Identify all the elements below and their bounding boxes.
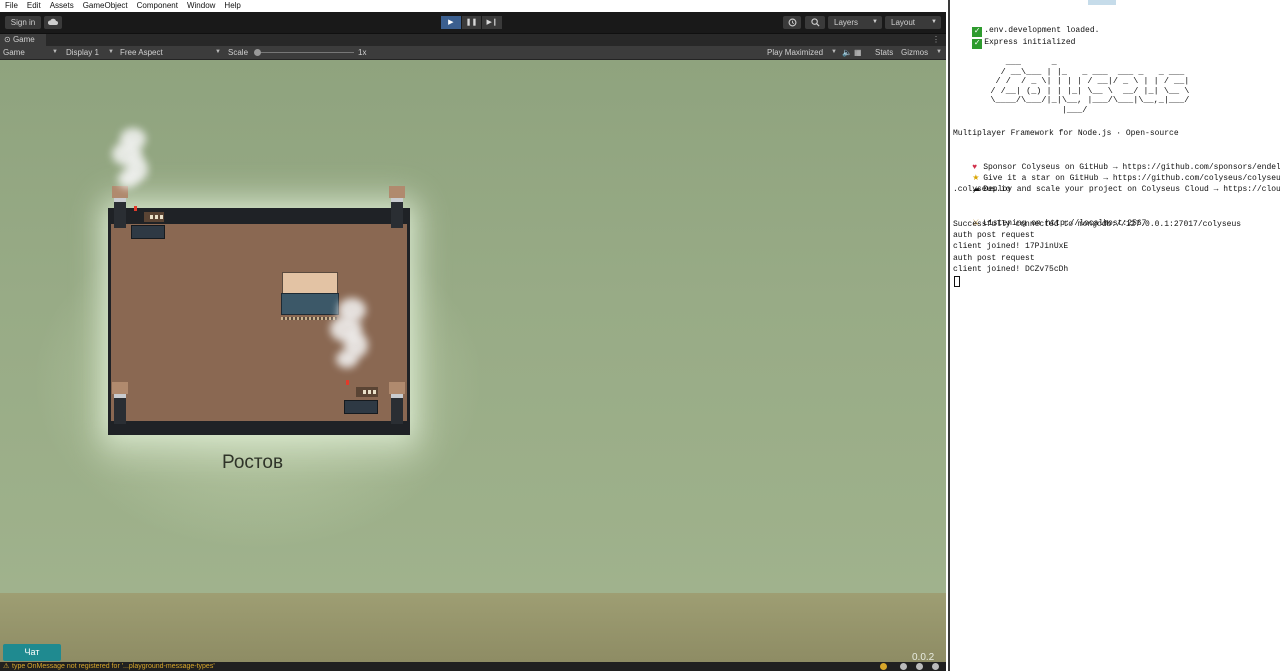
step-button[interactable]: ▶❙ [482,16,503,29]
scale-slider-handle[interactable] [254,49,261,56]
search-icon[interactable] [805,16,825,29]
cloud-icon[interactable] [44,16,62,29]
chevron-down-icon: ▼ [215,49,221,55]
factory-vent [373,390,376,394]
play-controls: ▶ ❚❚ ▶❙ [441,16,503,29]
factory-machine[interactable] [344,400,378,414]
stats-button[interactable]: Stats [875,46,893,59]
log-line: .colyseus.io [953,185,1011,194]
menu-file[interactable]: File [0,0,22,12]
smoke-puff [336,350,358,368]
menu-bar: File Edit Assets GameObject Component Wi… [0,0,946,12]
factory-vent [368,390,371,394]
menu-edit[interactable]: Edit [22,0,45,12]
chevron-down-icon: ▼ [936,49,942,55]
layout-label: Layout [891,18,916,27]
play-button[interactable]: ▶ [441,16,461,29]
pillar [391,198,403,228]
menu-help[interactable]: Help [219,0,244,12]
factory-vent [363,390,366,394]
pillar-cap [389,382,405,394]
scale-slider-track[interactable] [258,52,354,53]
menu-assets[interactable]: Assets [45,0,78,12]
city-name-label: Ростов [222,452,284,473]
warning-light [134,206,137,211]
tagline: Multiplayer Framework for Node.js · Open… [953,129,1179,138]
layers-label: Layers [834,18,859,27]
network-icon[interactable] [900,663,907,670]
log-line: Successfully connected to mongodb://127.… [953,220,1242,229]
main-toolbar: Sign in ▶ ❚❚ ▶❙ Layers ▼ Layout ▼ [0,12,946,34]
smoke-puff [118,170,138,188]
log-line: auth post request [953,231,1035,240]
layers-dropdown[interactable]: Layers ▼ [828,16,882,29]
tab-game-label: Game [12,35,35,44]
game-viewport[interactable]: Ростов 0.0.2 Чат [0,60,946,662]
aspect-dropdown[interactable]: Free Aspect [120,46,163,59]
game-view-toolbar: Game ▼ Display 1 ▼ Free Aspect ▼ Scale 1… [0,46,946,60]
text-cursor [954,276,960,287]
menu-gameobject[interactable]: GameObject [78,0,132,12]
unity-editor-window: File Edit Assets GameObject Component Wi… [0,0,946,671]
grid-icon[interactable]: ▦ [854,46,862,59]
warning-light [346,380,349,385]
pillar [114,394,126,424]
tab-game[interactable]: ⊙ Game [0,34,46,46]
gamepad-icon: ⊙ [4,35,11,44]
pillar-cap [389,186,405,198]
pillar [114,198,126,228]
menu-component[interactable]: Component [132,0,182,12]
layout-dropdown[interactable]: Layout ▼ [885,16,941,29]
console-tab-edge [1088,0,1116,5]
factory-vent [155,215,158,219]
factory-vent [160,215,163,219]
server-console[interactable]: ✓ .env.development loaded. ✓ Express initi… [948,0,1280,671]
factory-machine[interactable] [131,225,165,239]
display-dropdown[interactable]: Display 1 [66,46,99,59]
warning-count-icon[interactable] [880,663,887,670]
ground-strip [0,593,946,662]
pillar-cap [112,382,128,394]
status-bar: ⚠ type OnMessage not registered for '...… [0,662,946,671]
sign-in-button[interactable]: Sign in [5,16,41,29]
chevron-down-icon: ▼ [52,49,58,55]
chevron-down-icon: ▼ [831,49,837,55]
pillar [391,394,403,424]
central-building-base [281,293,339,315]
chevron-down-icon: ▼ [872,19,878,25]
pause-button[interactable]: ❚❚ [461,16,482,29]
log-line: client joined! 17PJinUxE [953,242,1069,251]
log-text: Deploy and scale your project on Colyseu… [983,185,1280,194]
log-text: Express initialized [984,38,1076,47]
colyseus-ascii-logo: ___ _ / __\___ | |_ _ ___ ___ _ _ ___ / … [990,57,1190,115]
version-label: 0.0.2 [912,652,935,662]
audio-icon[interactable]: 🔈 [842,46,852,59]
status-message[interactable]: type OnMessage not registered for '...pl… [12,662,215,671]
central-building-rail [281,317,337,320]
progress-icon[interactable] [932,663,939,670]
tab-bar: ⊙ Game ⋮ [0,34,946,46]
log-line: client joined! DCZv75cDh [953,265,1069,274]
play-mode-dropdown[interactable]: Play Maximized [767,46,823,59]
menu-window[interactable]: Window [182,0,219,12]
settings-icon[interactable] [916,663,923,670]
factory-vent [150,215,153,219]
chat-button[interactable]: Чат [3,644,61,661]
history-icon[interactable] [783,16,801,29]
more-options-icon[interactable]: ⋮ [932,34,940,46]
chevron-down-icon: ▼ [931,19,937,25]
gizmos-dropdown[interactable]: Gizmos [901,46,928,59]
chevron-down-icon: ▼ [108,49,114,55]
log-line: ✓ Express initialized [953,26,1075,60]
scale-label: Scale [228,48,249,57]
check-icon: ✓ [972,39,983,49]
log-line: auth post request [953,254,1035,263]
scale-value: 1x [358,48,367,57]
view-select-dropdown[interactable]: Game [3,46,25,59]
warning-icon: ⚠ [3,663,10,670]
